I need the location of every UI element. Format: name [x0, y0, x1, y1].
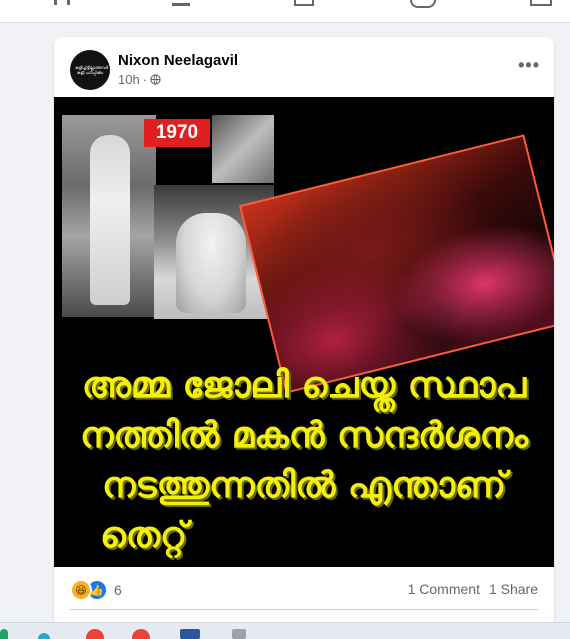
reaction-summary[interactable]: 😆 👍 6 [70, 579, 122, 601]
edge-icon[interactable] [38, 633, 50, 639]
image-caption: അമ്മ ജോലി ചെയ്ത സ്ഥാപ നത്തിൽ മകൻ സന്ദർശന… [54, 361, 554, 561]
feed-post-card: കളിച്ചിട്ടില്ലാത്തവർ കളി പഠിപ്പിക്കും Ni… [54, 37, 554, 638]
post-image[interactable]: 1970 അമ്മ ജോലി ചെയ്ത സ്ഥാപ നത്തിൽ മകൻ സന… [54, 97, 554, 567]
comments-count-link[interactable]: 1 Comment [408, 581, 480, 597]
year-tag: 1970 [144, 119, 210, 147]
globe-icon[interactable] [150, 74, 161, 85]
post-stats: 1 Comment 1 Share [408, 581, 538, 597]
vintage-photo-top-right [212, 115, 274, 183]
taskbar [0, 622, 570, 639]
post-footer: 😆 👍 6 1 Comment 1 Share [70, 577, 538, 605]
home-icon[interactable] [54, 0, 70, 5]
reaction-count[interactable]: 6 [114, 582, 122, 598]
post-author-name[interactable]: Nixon Neelagavil [118, 52, 238, 69]
groups-icon[interactable] [410, 0, 436, 8]
vintage-photo-left [62, 115, 156, 317]
gaming-icon[interactable] [530, 0, 552, 6]
watch-icon[interactable] [172, 0, 190, 6]
more-options-button[interactable]: ••• [518, 55, 540, 75]
caption-line-3: നടത്തുന്നതിൽ എന്താണ് [102, 465, 506, 506]
shares-count-link[interactable]: 1 Share [489, 581, 538, 597]
caption-line-1: അമ്മ ജോലി ചെയ്ത സ്ഥാപ [81, 365, 527, 406]
top-navigation-bar [0, 0, 570, 23]
footer-divider [70, 609, 538, 610]
post-meta: 10h · [118, 72, 161, 87]
avatar-text: കളിച്ചിട്ടില്ലാത്തവർ കളി പഠിപ്പിക്കും [75, 65, 109, 75]
caption-line-2: നത്തിൽ മകൻ സന്ദർശനം [80, 415, 528, 456]
meta-separator: · [142, 72, 148, 87]
post-time[interactable]: 10h [118, 72, 140, 87]
caption-line-4: തെറ്റ് [100, 515, 188, 556]
avatar[interactable]: കളിച്ചിട്ടില്ലാത്തവർ കളി പഠിപ്പിക്കും [70, 50, 110, 90]
haha-icon: 😆 [70, 579, 92, 601]
marketplace-icon[interactable] [294, 0, 314, 6]
club-photo [238, 134, 554, 394]
